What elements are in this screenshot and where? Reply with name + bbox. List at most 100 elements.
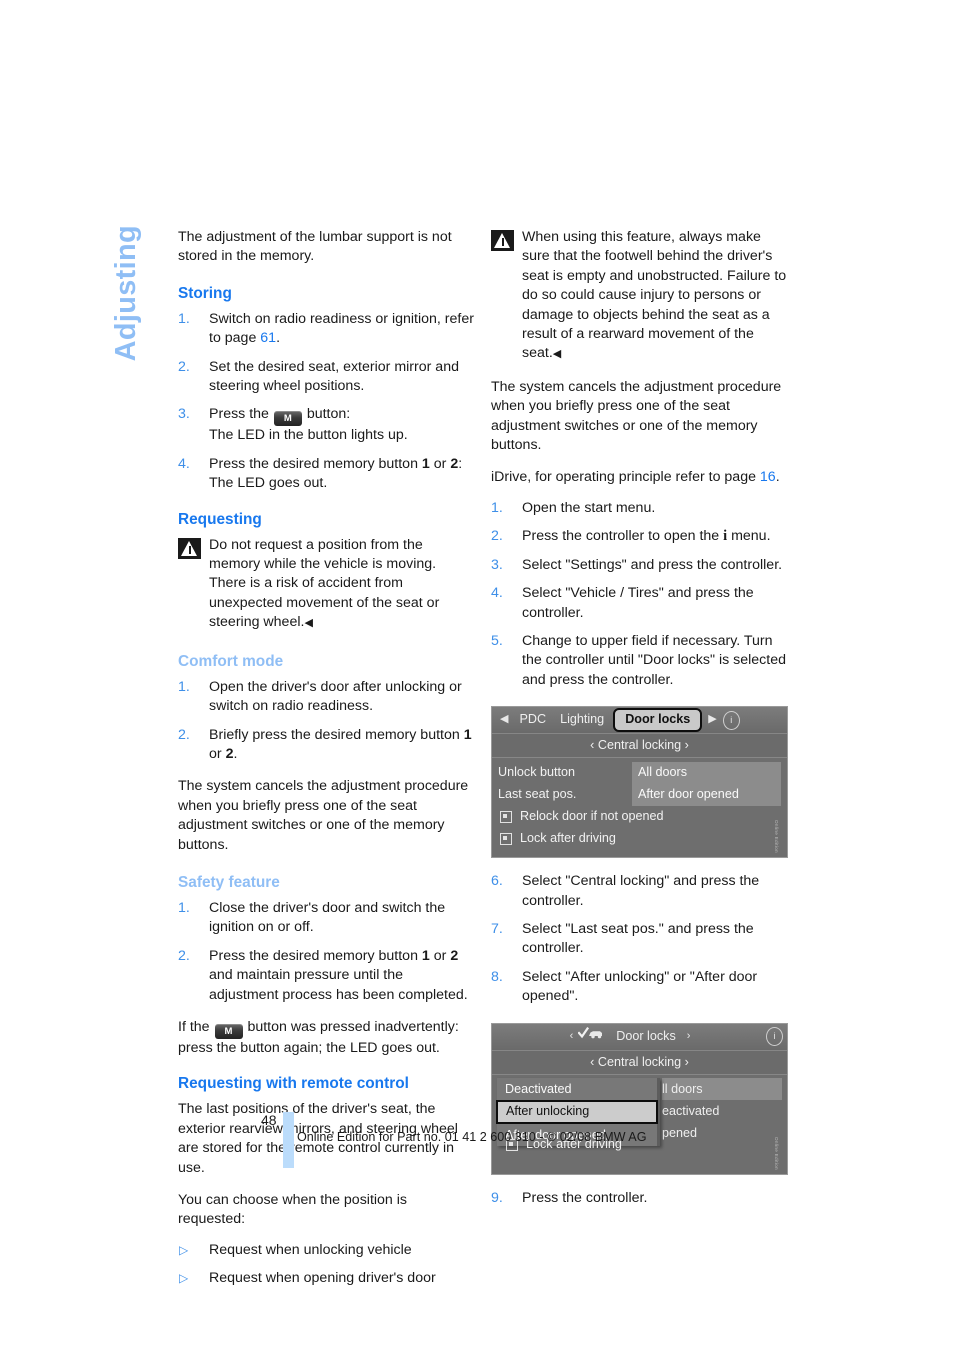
memory-button-1: 1 <box>463 726 472 743</box>
step-number: 3. <box>491 556 503 573</box>
row-value[interactable]: After door opened <box>632 784 781 806</box>
remote-control-options: ▷ Request when unlocking vehicle ▷ Request… <box>178 1241 475 1289</box>
page-reference[interactable]: 61 <box>260 330 276 346</box>
chevron-right-icon[interactable]: ▶ <box>704 710 720 729</box>
step-number: 4. <box>491 585 503 602</box>
idrive-tab-door-locks-selected[interactable]: Door locks <box>613 707 703 733</box>
step-text: Open the driver's door after unlocking o… <box>209 678 462 715</box>
background-value-row: ll doors <box>662 1077 782 1100</box>
idrive-row-last-seat-pos[interactable]: Last seat pos. After door opened <box>492 784 787 806</box>
idrive-checkbox-relock-door[interactable]: Relock door if not opened <box>492 806 787 828</box>
memory-button-icon: M <box>214 1023 243 1039</box>
idrive-subtitle-label: Central locking <box>597 1054 682 1069</box>
step-text: Press the controller. <box>522 1189 648 1206</box>
manual-page: Adjusting The adjustment of the lumbar s… <box>0 0 954 1350</box>
list-item: 9. Press the controller. <box>491 1189 788 1208</box>
safety-feature-steps: 1. Close the driver's door and switch the… <box>178 899 475 1005</box>
idrive-title-bar: ‹ Door locks › i <box>492 1023 787 1051</box>
warning-block: Do not request a position from the memor… <box>178 536 475 634</box>
cancel-note: The system cancels the adjustment proced… <box>491 378 782 454</box>
idrive-tab-bar: ◀ PDC Lighting Door locks ▶ i <box>492 707 787 735</box>
info-badge-icon[interactable]: i <box>766 1027 783 1047</box>
step-text: Select "Central locking" and press the c… <box>522 873 760 909</box>
step-text-tail: . <box>233 745 238 762</box>
chapter-tab-adjusting: Adjusting <box>110 225 142 362</box>
car-check-glyph <box>577 1026 603 1039</box>
idrive-ref-suffix: . <box>775 469 780 486</box>
chevron-left-small-icon[interactable]: ‹ <box>566 1027 578 1046</box>
chevron-left-icon[interactable]: ◀ <box>496 710 512 729</box>
idrive-settings-rows: Unlock button All doors Last seat pos. A… <box>492 758 787 850</box>
step-text: Switch on radio readiness or ignition, r… <box>209 310 474 347</box>
idrive-reference: iDrive, for operating principle refer to… <box>491 468 788 487</box>
idrive-checkbox-lock-after-driving[interactable]: Lock after driving <box>492 828 787 850</box>
list-item: 2. Press the desired memory button 1 or 2… <box>178 947 475 1005</box>
idrive-background-values: ll doors eactivated pened <box>662 1077 782 1144</box>
checkbox-icon[interactable] <box>500 811 512 824</box>
triangle-bullet-icon: ▷ <box>179 1271 189 1286</box>
idrive-subtitle-central-locking: ‹ Central locking › <box>492 1050 787 1075</box>
triangle-bullet-icon: ▷ <box>179 1242 189 1257</box>
memory-button-2: 2 <box>450 947 459 964</box>
list-item: 1. Switch on radio readiness or ignition,… <box>178 310 475 349</box>
row-label: Last seat pos. <box>498 787 577 802</box>
step-text: Briefly press the desired memory button <box>209 726 464 743</box>
step-number: 1. <box>178 310 190 327</box>
list-item: ▷ Request when unlocking vehicle <box>178 1241 475 1260</box>
page-number: 48 <box>261 1112 277 1128</box>
storing-steps: 1. Switch on radio readiness or ignition,… <box>178 310 475 494</box>
idrive-ref-prefix: iDrive, for operating principle refer to… <box>491 469 760 486</box>
list-item: 1. Open the start menu. <box>491 499 788 518</box>
bullet-text: Request when opening driver's door <box>209 1270 436 1287</box>
warning-end-marker: ◀ <box>552 348 562 361</box>
idrive-tab-lighting[interactable]: Lighting <box>553 710 611 729</box>
popup-option-after-unlocking-selected[interactable]: After unlocking <box>496 1099 658 1124</box>
popup-option-deactivated[interactable]: Deactivated <box>497 1078 657 1100</box>
warning-block: When using this feature, always make sur… <box>491 228 788 365</box>
step-text-tail: button: <box>302 406 351 423</box>
chevron-right-small-icon[interactable]: › <box>683 1027 695 1046</box>
step-text-tail: . <box>276 330 281 347</box>
step-text-mid: or <box>429 455 451 472</box>
heading-requesting: Requesting <box>178 510 262 528</box>
list-item: 6. Select "Central locking" and press the… <box>491 872 788 911</box>
step-text: Select "Last seat pos." and press the co… <box>522 920 754 957</box>
safety-feature-note: If the M button was pressed inadvertentl… <box>178 1018 475 1058</box>
image-watermark: Online Edition <box>774 820 779 854</box>
info-badge-icon[interactable]: i <box>722 710 740 730</box>
list-item: 1. Close the driver's door and switch the… <box>178 899 475 938</box>
idrive-row-unlock-button[interactable]: Unlock button All doors <box>492 762 787 784</box>
step-text: Change to upper field if necessary. Turn… <box>522 632 786 688</box>
idrive-steps-1-5: 1. Open the start menu. 2. Press the contr… <box>491 499 788 690</box>
step-text: Press the desired memory button <box>209 947 422 964</box>
list-item: 2. Press the controller to open the i men… <box>491 527 788 546</box>
step-number: 2. <box>178 947 190 964</box>
chevron-left-small-icon: ‹ <box>590 738 595 753</box>
heading-safety-feature: Safety feature <box>178 873 280 891</box>
step-number: 2. <box>178 358 190 375</box>
memory-button-icon: M <box>273 411 302 427</box>
warning-triangle-icon <box>178 537 201 559</box>
checkbox-icon[interactable] <box>500 833 512 846</box>
list-item: 2. Briefly press the desired memory butto… <box>178 726 475 765</box>
step-text: Press the controller to open the <box>522 528 724 545</box>
warning-end-marker: ◀ <box>304 617 313 630</box>
idrive-tab-pdc[interactable]: PDC <box>512 710 553 729</box>
page-reference[interactable]: 16 <box>760 469 776 485</box>
idrive-subtitle-central-locking: ‹ Central locking › <box>492 734 787 759</box>
step-text-line2: The LED goes out. <box>209 475 328 492</box>
right-column: When using this feature, always make sur… <box>491 228 788 1221</box>
background-value-row: pened <box>662 1125 698 1140</box>
memory-button-1: 1 <box>421 455 430 472</box>
step-text: Open the start menu. <box>522 499 656 516</box>
step-number: 6. <box>491 873 503 890</box>
row-value[interactable]: All doors <box>632 762 781 784</box>
step-number: 4. <box>178 455 190 472</box>
image-watermark: Online Edition <box>774 1136 779 1170</box>
row-label: Unlock button <box>498 765 576 780</box>
chevron-left-small-icon: ‹ <box>590 1054 595 1069</box>
comfort-mode-steps: 1. Open the driver's door after unlocking… <box>178 678 475 765</box>
checkbox-label: Lock after driving <box>520 831 616 846</box>
warning-body: Do not request a position from the memor… <box>209 536 440 631</box>
chevron-right-small-icon: › <box>684 738 689 753</box>
